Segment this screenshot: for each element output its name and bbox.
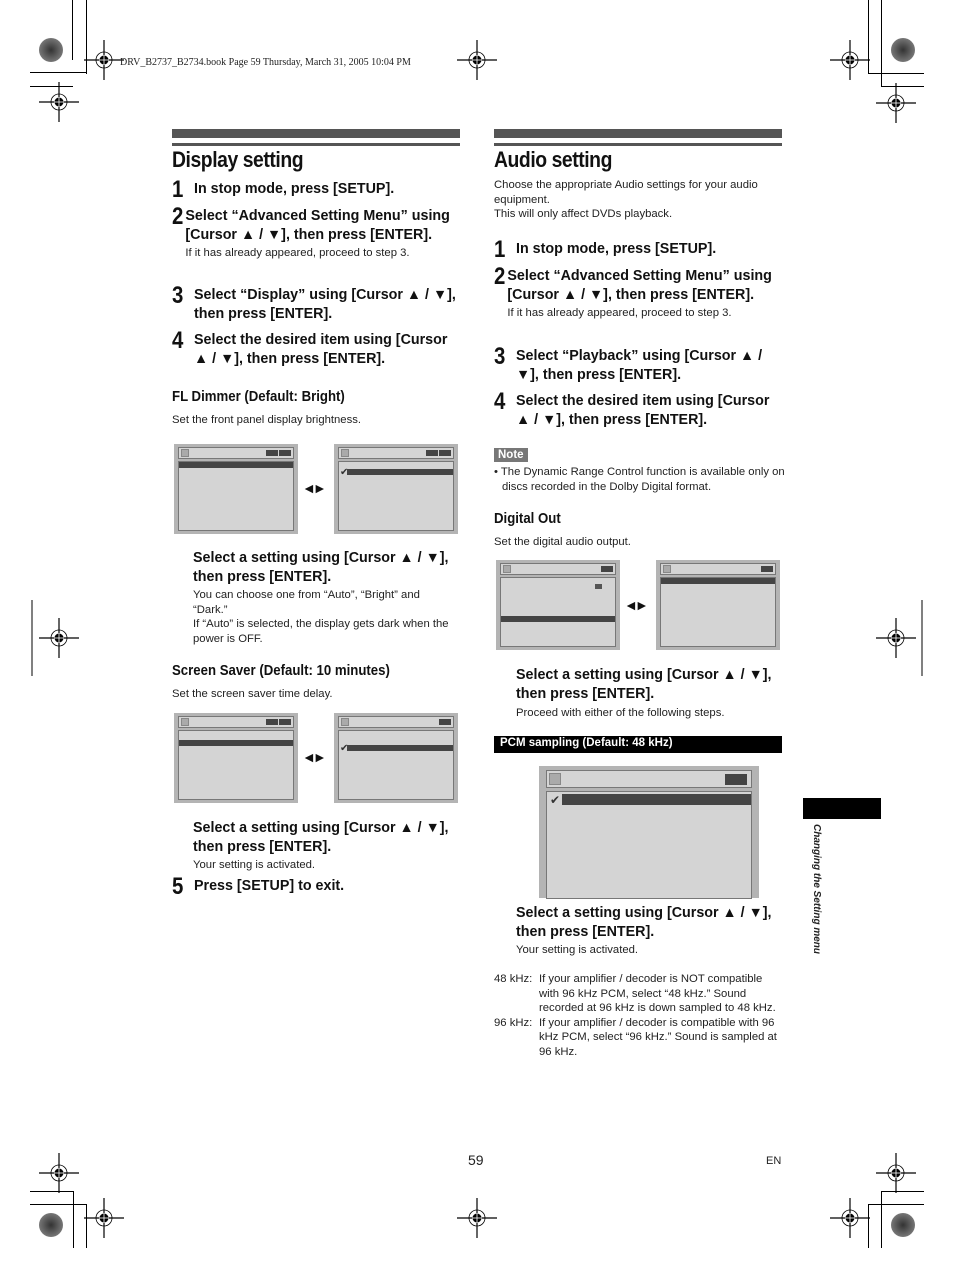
menu-icon [341,718,349,726]
step-number: 4 [172,327,184,354]
highlight-row [661,578,775,584]
double-arrow-icon: ◄► [624,597,649,613]
step-number: 2 [494,263,506,290]
step-number: 1 [172,176,184,203]
note-label: Note [494,445,528,463]
highlight-row [179,462,293,468]
registration-marks [31,38,923,1239]
display-step-4: 4 Select the desired item using [Cursor … [172,327,467,368]
option-desc: If your amplifier / decoder is compatibl… [539,1016,777,1058]
digital-out-screen-options [656,560,780,650]
audio-intro-1: Choose the appropriate Audio settings fo… [494,179,758,206]
play-icon [663,565,671,573]
menu-icon [181,449,189,457]
digital-out-screen-menu [496,560,620,650]
audio-intro-2: This will only affect DVDs playback. [494,208,673,220]
print-info: DRV_B2737_B2734.book Page 59 Thursday, M… [120,57,411,68]
audio-step-2: 2 Select “Advanced Setting Menu” using [… [494,263,784,321]
option-term: 96 kHz: [494,1016,533,1029]
highlight-row [179,740,293,746]
option-desc: If your amplifier / decoder is NOT compa… [539,973,776,1014]
pcm-sampling-bar: PCM sampling (Default: 48 kHz) [494,736,782,753]
digital-out-title: Digital Out [494,510,561,527]
double-arrow-icon: ◄► [302,749,327,765]
digital-out-instruction: Select a setting using [Cursor ▲ / ▼], t… [516,667,772,702]
option-term: 48 kHz: [494,973,533,985]
section-rule [494,129,782,138]
step-text: Select “Advanced Setting Menu” using [Cu… [507,268,772,303]
fl-dimmer-desc: Set the front panel display brightness. [172,414,362,426]
step-number: 4 [494,388,506,415]
screen-saver-title: Screen Saver (Default: 10 minutes) [172,662,390,679]
pcm-instruction: Select a setting using [Cursor ▲ / ▼], t… [516,905,772,940]
screen-saver-screen-menu [174,713,298,803]
digital-out-desc: Set the digital audio output. [494,536,631,548]
fl-dimmer-note-1: You can choose one from “Auto”, “Bright”… [193,589,420,616]
section-rule [172,129,460,138]
pcm-option-48: 48 kHz: If your amplifier / decoder is N… [494,972,784,1016]
step-number: 3 [172,282,184,309]
screen-saver-screen-options: ✔ [334,713,458,803]
step-number: 3 [494,343,506,370]
audio-step-1: 1 In stop mode, press [SETUP]. [494,236,794,263]
lock-icon [595,584,602,589]
highlight-row [347,745,453,751]
fl-dimmer-instruction: Select a setting using [Cursor ▲ / ▼], t… [193,550,449,585]
step-number: 1 [494,236,506,263]
step-text: Select “Advanced Setting Menu” using [Cu… [185,208,450,243]
step-text: Select the desired item using [Cursor ▲ … [194,332,448,367]
note-badge: Note [494,448,528,462]
pcm-note: Your setting is activated. [516,944,639,956]
section-rule [494,143,782,146]
digital-out-note: Proceed with either of the following ste… [516,707,725,719]
step-number: 5 [172,873,184,900]
step-text: Select the desired item using [Cursor ▲ … [516,393,770,428]
language-code: EN [766,1155,782,1167]
step-note: If it has already appeared, proceed to s… [507,307,732,319]
highlight-row [347,469,453,475]
step-text: In stop mode, press [SETUP]. [516,241,717,257]
display-step-1: 1 In stop mode, press [SETUP]. [172,176,472,203]
side-tab-label: Changing the Setting menu [811,824,822,954]
display-setting-title: Display setting [172,147,304,172]
menu-icon [181,718,189,726]
step-note: If it has already appeared, proceed to s… [185,247,410,259]
display-step-5: 5 Press [SETUP] to exit. [172,873,472,900]
pcm-screen: ✔ [539,766,759,899]
screen-saver-note: Your setting is activated. [193,859,316,871]
play-icon [503,565,511,573]
fl-dimmer-title: FL Dimmer (Default: Bright) [172,388,345,405]
play-icon [549,773,561,785]
step-text: Select “Display” using [Cursor ▲ / ▼], t… [194,287,456,322]
audio-setting-title: Audio setting [494,147,612,172]
note-text: • The Dynamic Range Control function is … [494,466,785,493]
menu-icon [341,449,349,457]
fl-dimmer-screen-options: ✔ [334,444,458,534]
pcm-option-96: 96 kHz: If your amplifier / decoder is c… [494,1016,784,1060]
audio-step-3: 3 Select “Playback” using [Cursor ▲ / ▼]… [494,343,789,384]
display-step-2: 2 Select “Advanced Setting Menu” using [… [172,203,462,261]
section-rule [172,143,460,146]
check-icon: ✔ [550,793,561,807]
audio-step-4: 4 Select the desired item using [Cursor … [494,388,789,429]
highlight-row [562,794,751,805]
fl-dimmer-note-2: If “Auto” is selected, the display gets … [193,618,449,645]
screen-saver-instruction: Select a setting using [Cursor ▲ / ▼], t… [193,820,449,855]
page-number: 59 [468,1152,484,1168]
step-text: Press [SETUP] to exit. [194,878,345,894]
side-tab-marker [803,798,881,819]
highlight-row [501,616,615,622]
screen-saver-desc: Set the screen saver time delay. [172,688,333,700]
display-step-3: 3 Select “Display” using [Cursor ▲ / ▼],… [172,282,467,323]
fl-dimmer-screen-menu [174,444,298,534]
double-arrow-icon: ◄► [302,480,327,496]
step-number: 2 [172,203,184,230]
step-text: Select “Playback” using [Cursor ▲ / ▼], … [516,348,763,383]
step-text: In stop mode, press [SETUP]. [194,181,395,197]
pcm-options-list: 48 kHz: If your amplifier / decoder is N… [494,972,784,1059]
